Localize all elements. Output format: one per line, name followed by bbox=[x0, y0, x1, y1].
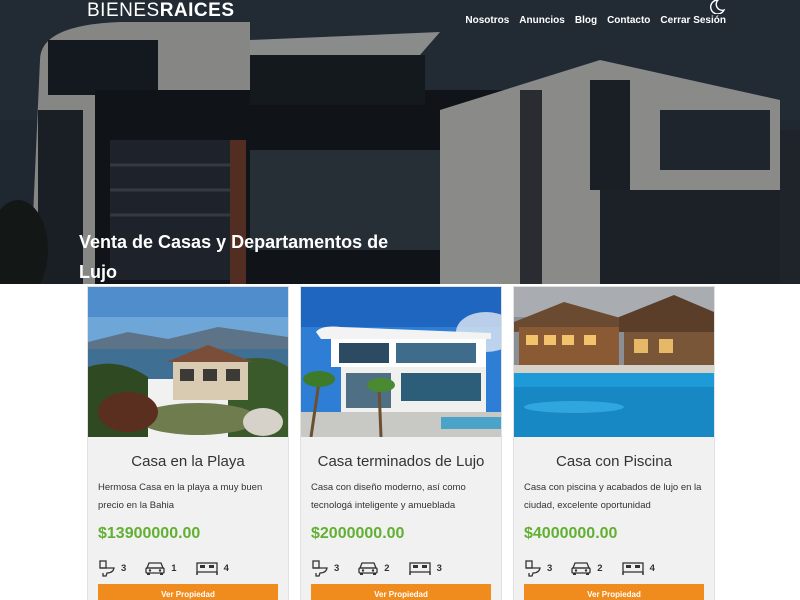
nav-link-contacto[interactable]: Contacto bbox=[607, 15, 650, 26]
listing-description: Casa con diseño moderno, así como tecnol… bbox=[311, 482, 466, 511]
site-logo[interactable]: BIENESRAICES bbox=[87, 0, 235, 22]
feature-rooms-count: 4 bbox=[649, 562, 655, 574]
listing-card: Casa en la Playa Hermosa Casa en la play… bbox=[87, 286, 289, 600]
feature-rooms: 4 bbox=[195, 559, 229, 577]
listing-title: Casa con Piscina bbox=[556, 453, 672, 470]
feature-rooms-count: 4 bbox=[223, 562, 229, 574]
listings-section: Casa en la Playa Hermosa Casa en la play… bbox=[0, 284, 800, 600]
logo-bold-text: RAICES bbox=[159, 0, 235, 21]
listing-description: Casa con piscina y acabados de lujo en l… bbox=[524, 482, 702, 511]
listing-card: Casa con Piscina Casa con piscina y acab… bbox=[513, 286, 715, 600]
listing-features: 3 2 4 bbox=[514, 559, 714, 577]
listing-features: 3 2 3 bbox=[301, 559, 501, 577]
car-icon bbox=[571, 562, 591, 575]
feature-parking: 1 bbox=[144, 559, 177, 577]
view-property-button[interactable]: Ver Propiedad bbox=[98, 584, 278, 600]
nav-link-anuncios[interactable]: Anuncios bbox=[519, 15, 565, 26]
toilet-icon bbox=[312, 560, 328, 577]
listing-features: 3 1 4 bbox=[88, 559, 288, 577]
moon-icon[interactable] bbox=[706, 0, 726, 14]
feature-wc: 3 bbox=[311, 559, 339, 577]
view-property-button[interactable]: Ver Propiedad bbox=[524, 584, 704, 600]
bed-icon bbox=[621, 562, 644, 575]
toilet-icon bbox=[525, 560, 541, 577]
feature-rooms-count: 3 bbox=[436, 562, 442, 574]
feature-wc-count: 3 bbox=[121, 562, 127, 574]
view-property-button[interactable]: Ver Propiedad bbox=[311, 584, 491, 600]
feature-wc: 3 bbox=[524, 559, 552, 577]
feature-parking-count: 2 bbox=[384, 562, 390, 574]
car-icon bbox=[145, 562, 165, 575]
feature-rooms: 4 bbox=[621, 559, 655, 577]
feature-rooms: 3 bbox=[408, 559, 442, 577]
feature-wc: 3 bbox=[98, 559, 126, 577]
listing-description: Hermosa Casa en la playa a muy buen prec… bbox=[98, 482, 263, 511]
toilet-icon bbox=[99, 560, 115, 577]
listing-title: Casa en la Playa bbox=[131, 453, 245, 470]
hero-header: BIENESRAICES Nosotros Anuncios Blog Cont… bbox=[0, 0, 800, 284]
main-nav: Nosotros Anuncios Blog Contacto Cerrar S… bbox=[465, 15, 726, 26]
feature-parking: 2 bbox=[357, 559, 390, 577]
bed-icon bbox=[195, 562, 218, 575]
car-icon bbox=[358, 562, 378, 575]
listing-card: Casa terminados de Lujo Casa con diseño … bbox=[300, 286, 502, 600]
logo-light-text: BIENES bbox=[87, 0, 160, 21]
feature-parking: 2 bbox=[570, 559, 603, 577]
listing-price: $2000000.00 bbox=[311, 525, 405, 542]
listing-title: Casa terminados de Lujo bbox=[317, 453, 485, 470]
listing-image-beach-house bbox=[88, 287, 288, 437]
hero-title: Venta de Casas y Departamentos de Lujo bbox=[79, 232, 389, 282]
nav-link-blog[interactable]: Blog bbox=[575, 15, 597, 26]
listing-image-pool-house bbox=[514, 287, 714, 437]
feature-wc-count: 3 bbox=[334, 562, 340, 574]
feature-parking-count: 2 bbox=[597, 562, 603, 574]
nav-link-nosotros[interactable]: Nosotros bbox=[465, 15, 509, 26]
listing-image-modern-house bbox=[301, 287, 501, 437]
bed-icon bbox=[408, 562, 431, 575]
feature-parking-count: 1 bbox=[171, 562, 177, 574]
nav-link-cerrar-sesion[interactable]: Cerrar Sesión bbox=[660, 15, 726, 26]
feature-wc-count: 3 bbox=[547, 562, 553, 574]
listing-price: $13900000.00 bbox=[98, 525, 201, 542]
listing-price: $4000000.00 bbox=[524, 525, 618, 542]
